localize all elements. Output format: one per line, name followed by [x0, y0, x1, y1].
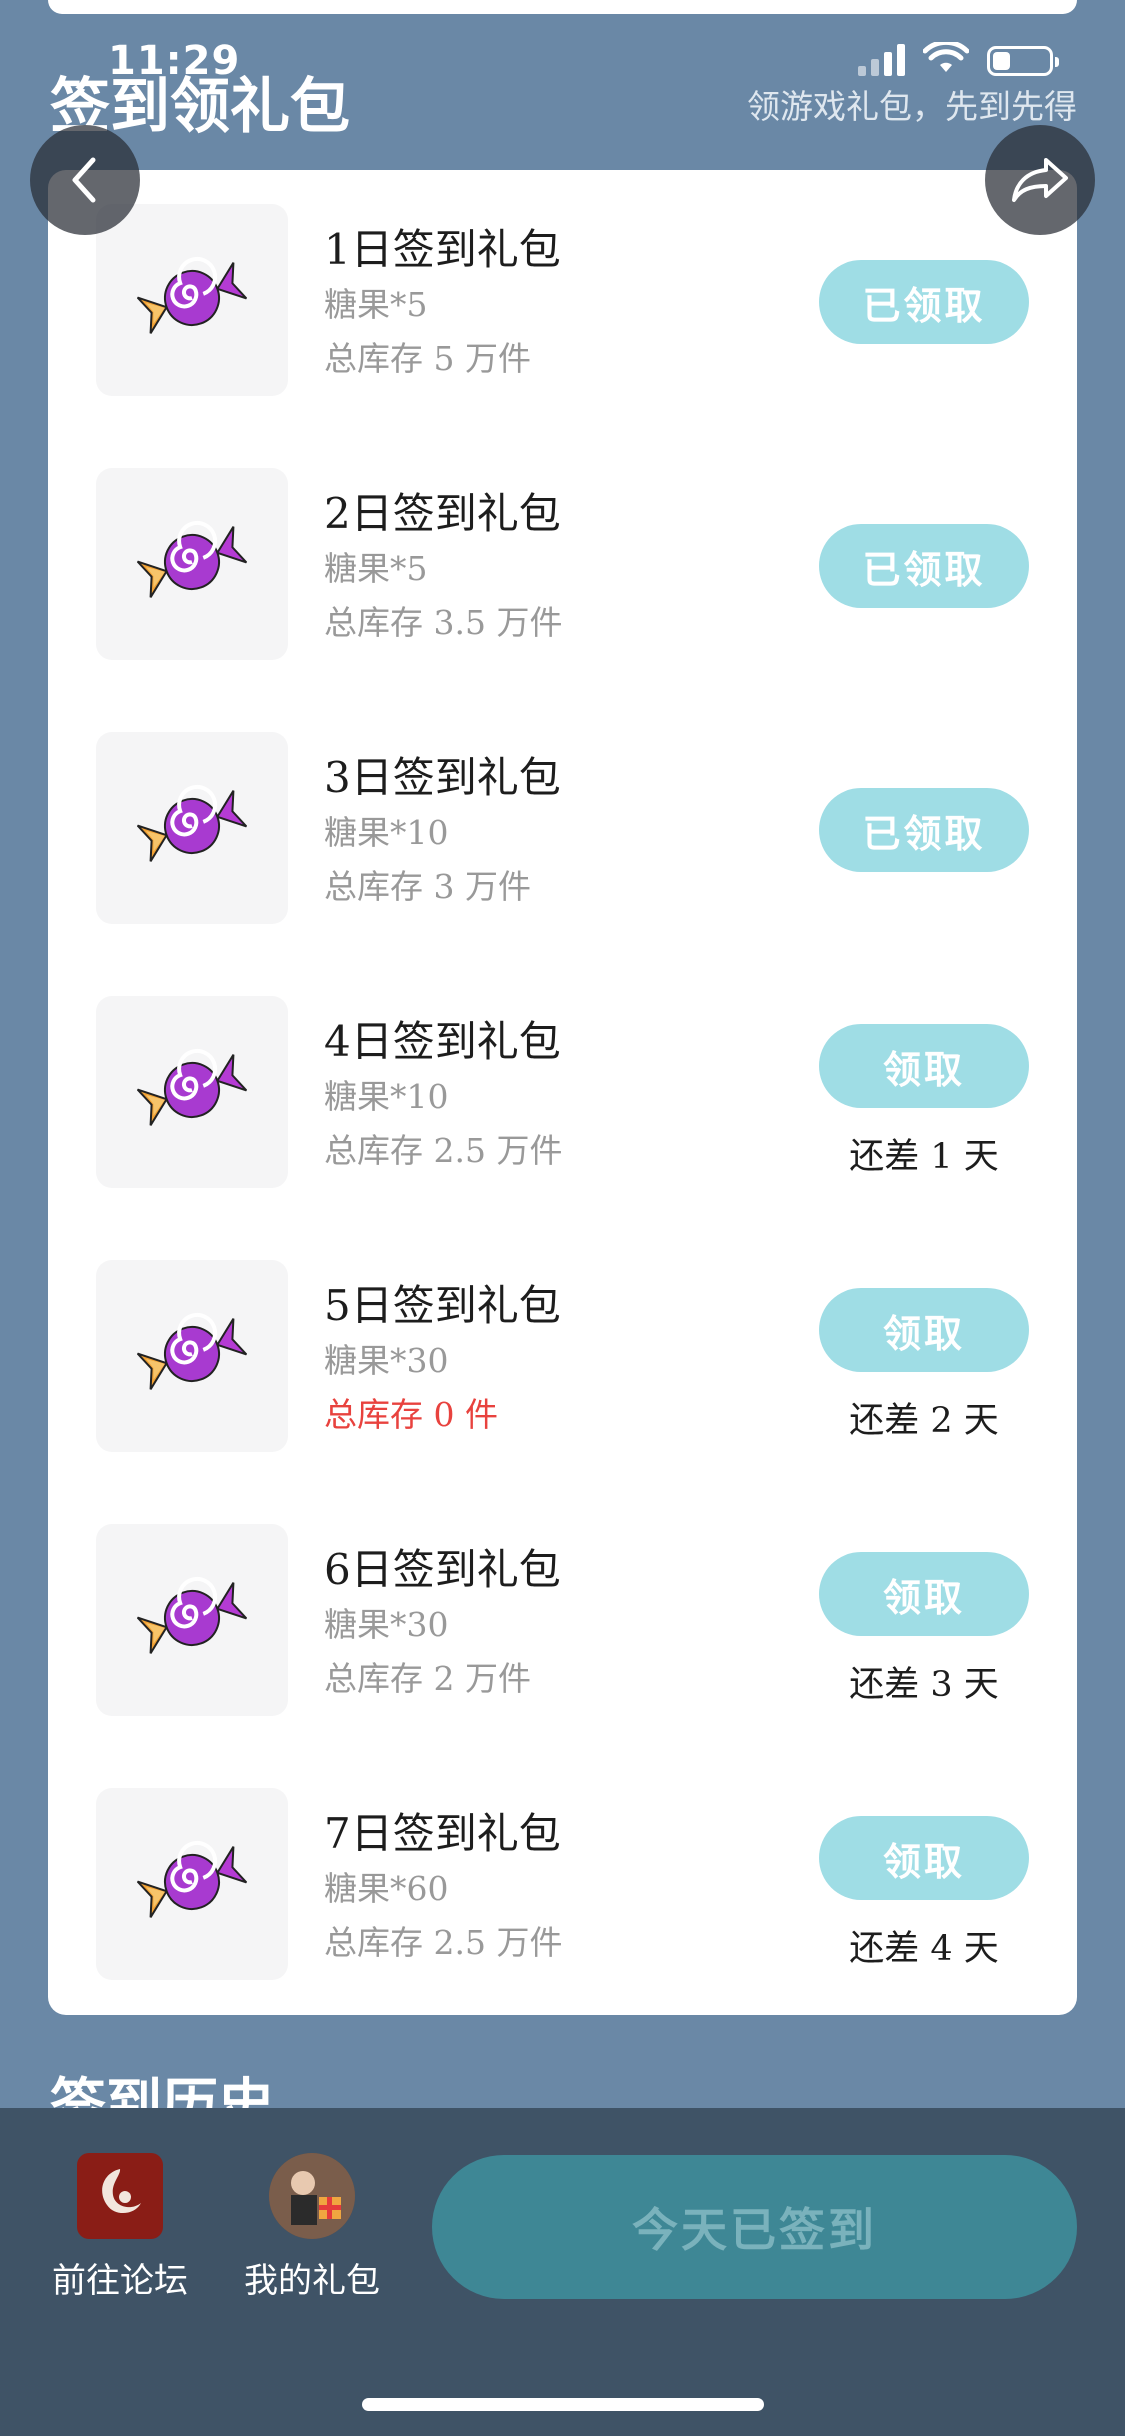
- gift-item: 糖果*30: [324, 1605, 449, 1644]
- bottom-bar: 前往论坛 我的礼包 今天已签到: [0, 2108, 1125, 2436]
- gift-item: 糖果*60: [324, 1869, 449, 1908]
- gift-item: 糖果*10: [324, 1077, 449, 1116]
- my-gifts-shortcut[interactable]: 我的礼包: [232, 2153, 392, 2302]
- gift-item: 糖果*5: [324, 549, 428, 588]
- gift-title: 7日签到礼包: [324, 1809, 561, 1858]
- claimed-button[interactable]: 已领取: [819, 524, 1029, 608]
- claim-button[interactable]: 领取: [819, 1816, 1029, 1900]
- gift-title: 6日签到礼包: [324, 1545, 561, 1594]
- gift-stock: 总库存 2 万件: [324, 1659, 531, 1698]
- forum-label: 前往论坛: [52, 2261, 188, 2301]
- gift-title: 1日签到礼包: [324, 225, 561, 274]
- gift-stock: 总库存 5 万件: [324, 339, 531, 378]
- candy-icon: [136, 1827, 248, 1941]
- gift-stock: 总库存 2.5 万件: [324, 1923, 563, 1962]
- gift-item: 糖果*30: [324, 1341, 449, 1380]
- wifi-icon: [923, 42, 969, 72]
- gift-thumbnail: [96, 1524, 288, 1716]
- forum-shortcut[interactable]: 前往论坛: [40, 2153, 200, 2302]
- days-remaining: 还差 2 天: [849, 1401, 999, 1441]
- home-indicator: [362, 2398, 764, 2411]
- gift-row: 3日签到礼包 糖果*10 总库存 3 万件 已领取: [48, 698, 1077, 962]
- gift-title: 3日签到礼包: [324, 753, 561, 802]
- gift-item: 糖果*10: [324, 813, 449, 852]
- forum-icon: [77, 2153, 163, 2239]
- battery-icon: [987, 46, 1059, 76]
- candy-icon: [136, 771, 248, 885]
- gift-list-card: 1日签到礼包 糖果*5 总库存 5 万件 已领取 2日签到礼包 糖果*5 总库存…: [48, 170, 1077, 2015]
- gift-stock: 总库存 2.5 万件: [324, 1131, 563, 1170]
- gift-title: 4日签到礼包: [324, 1017, 561, 1066]
- share-arrow-icon: [1012, 158, 1068, 202]
- gift-thumbnail: [96, 468, 288, 660]
- claimed-button[interactable]: 已领取: [819, 788, 1029, 872]
- candy-icon: [136, 507, 248, 621]
- days-remaining: 还差 4 天: [849, 1929, 999, 1969]
- gift-stock: 总库存 3 万件: [324, 867, 531, 906]
- page-subtitle: 领游戏礼包，先到先得: [747, 87, 1077, 126]
- gift-thumbnail: [96, 1788, 288, 1980]
- gift-row: 4日签到礼包 糖果*10 总库存 2.5 万件 领取还差 1 天: [48, 962, 1077, 1226]
- gift-row: 7日签到礼包 糖果*60 总库存 2.5 万件 领取还差 4 天: [48, 1754, 1077, 2018]
- candy-icon: [136, 1563, 248, 1677]
- candy-icon: [136, 243, 248, 357]
- gift-row: 2日签到礼包 糖果*5 总库存 3.5 万件 已领取: [48, 434, 1077, 698]
- gift-row: 6日签到礼包 糖果*30 总库存 2 万件 领取还差 3 天: [48, 1490, 1077, 1754]
- gift-title: 5日签到礼包: [324, 1281, 561, 1330]
- gift-item: 糖果*5: [324, 285, 428, 324]
- chevron-left-icon: [72, 157, 96, 203]
- claim-button[interactable]: 领取: [819, 1288, 1029, 1372]
- signal-icon: [858, 42, 905, 76]
- signed-in-today-button[interactable]: 今天已签到: [432, 2155, 1077, 2299]
- my-gifts-avatar-icon: [269, 2153, 355, 2239]
- gift-stock: 总库存 3.5 万件: [324, 603, 563, 642]
- back-button[interactable]: [30, 125, 140, 235]
- candy-icon: [136, 1035, 248, 1149]
- days-remaining: 还差 3 天: [849, 1665, 999, 1705]
- gift-thumbnail: [96, 1260, 288, 1452]
- days-remaining: 还差 1 天: [849, 1137, 999, 1177]
- gift-thumbnail: [96, 732, 288, 924]
- gift-stock: 总库存 0 件: [324, 1395, 498, 1434]
- gift-thumbnail: [96, 996, 288, 1188]
- gift-title: 2日签到礼包: [324, 489, 561, 538]
- gift-row: 5日签到礼包 糖果*30 总库存 0 件 领取还差 2 天: [48, 1226, 1077, 1490]
- gift-row: 1日签到礼包 糖果*5 总库存 5 万件 已领取: [48, 170, 1077, 434]
- candy-icon: [136, 1299, 248, 1413]
- claim-button[interactable]: 领取: [819, 1552, 1029, 1636]
- claim-button[interactable]: 领取: [819, 1024, 1029, 1108]
- gift-thumbnail: [96, 204, 288, 396]
- claimed-button[interactable]: 已领取: [819, 260, 1029, 344]
- share-button[interactable]: [985, 125, 1095, 235]
- my-gifts-label: 我的礼包: [244, 2261, 380, 2301]
